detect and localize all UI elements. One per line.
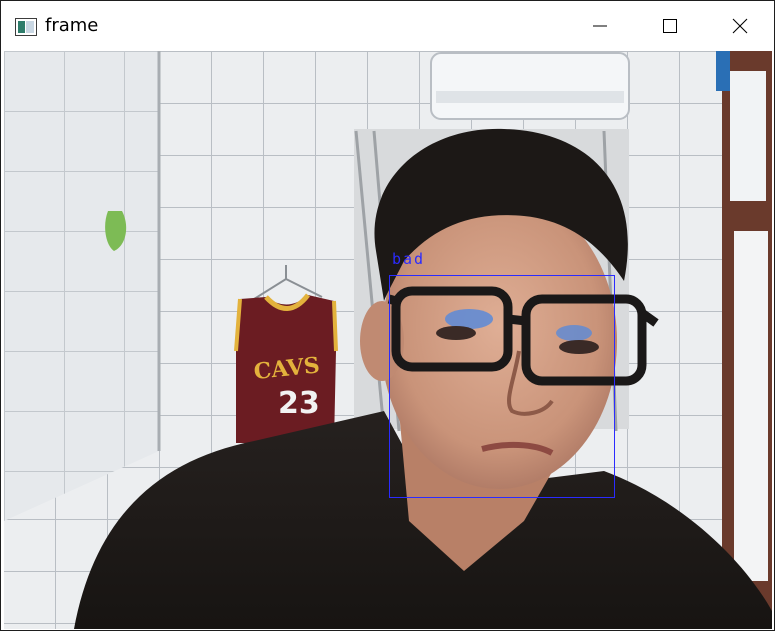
- minimize-icon: [593, 25, 607, 27]
- window-title: frame: [45, 15, 99, 36]
- maximize-icon: [663, 19, 677, 33]
- close-icon: [732, 18, 748, 34]
- camera-frame: CAVS 23 bad: [4, 51, 772, 629]
- maximize-button[interactable]: [636, 1, 704, 51]
- title-bar[interactable]: frame: [1, 1, 774, 51]
- close-button[interactable]: [706, 1, 774, 51]
- webcam-image: CAVS 23: [4, 51, 772, 629]
- opencv-window-icon: [15, 18, 37, 36]
- minimize-button[interactable]: [566, 1, 634, 51]
- detection-box: [389, 275, 615, 498]
- app-window: frame CAVS 23 bad: [0, 0, 775, 631]
- detection-label: bad: [392, 250, 426, 268]
- jersey-number: 23: [278, 386, 320, 421]
